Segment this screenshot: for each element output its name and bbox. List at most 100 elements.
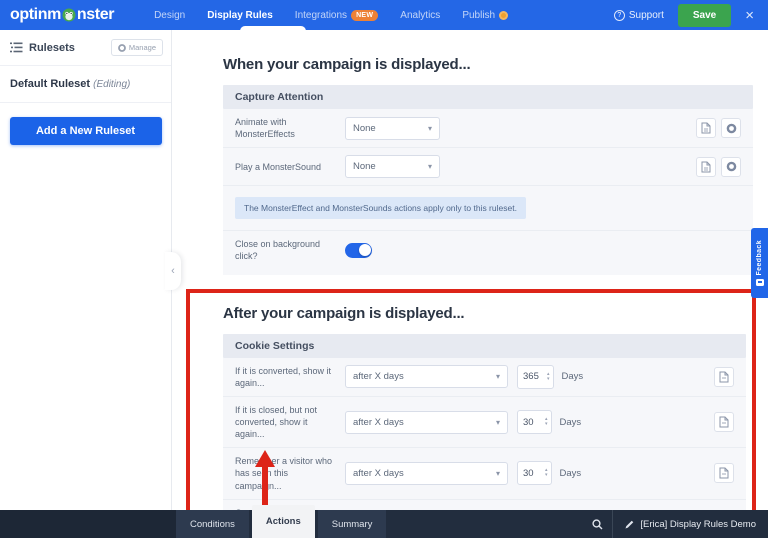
main-content: When your campaign is displayed... Captu… (172, 30, 768, 510)
toolbar-spacer (0, 510, 176, 538)
row-label: Play a MonsterSound (235, 161, 345, 173)
days-unit-label: Days (562, 371, 584, 382)
days-stepper[interactable]: ▴▾ (517, 410, 552, 434)
docs-button[interactable] (696, 157, 716, 177)
settings-button[interactable] (721, 118, 741, 138)
logo-text-right: nster (77, 6, 114, 24)
when-section-heading: When your campaign is displayed... (223, 56, 753, 73)
caret-down-icon: ▾ (428, 124, 432, 133)
search-button[interactable] (582, 510, 612, 538)
monster-effects-select[interactable]: None ▾ (345, 117, 440, 140)
days-unit-label: Days (560, 417, 582, 428)
days-stepper[interactable]: ▴▾ (517, 461, 552, 485)
ruleset-editing-state: (Editing) (93, 79, 130, 90)
top-navbar: optinm nster Design Display Rules Integr… (0, 0, 768, 30)
campaign-name: [Erica] Display Rules Demo (640, 519, 756, 530)
background-click-row: Close on background click? (223, 231, 753, 274)
feedback-tab[interactable]: Feedback (751, 228, 768, 298)
nav-item-analytics[interactable]: Analytics (400, 10, 440, 21)
manage-button[interactable]: Manage (111, 39, 163, 56)
ruleset-note: The MonsterEffect and MonsterSounds acti… (235, 197, 526, 219)
capture-attention-panel: Capture Attention Animate with MonsterEf… (223, 85, 753, 275)
close-icon[interactable]: × (745, 7, 754, 24)
support-link[interactable]: ? Support (614, 10, 664, 21)
caret-down-icon: ▾ (428, 162, 432, 171)
nav-item-publish[interactable]: Publish (462, 10, 508, 21)
main-nav: Design Display Rules Integrations NEW An… (154, 10, 508, 21)
days-input[interactable] (518, 411, 542, 433)
nav-item-label: Integrations (295, 10, 347, 21)
search-icon (592, 519, 603, 530)
cookie-settings-panel: Cookie Settings If it is converted, show… (223, 334, 746, 510)
document-icon (701, 161, 711, 173)
tab-summary[interactable]: Summary (318, 510, 387, 538)
days-input[interactable] (518, 462, 542, 484)
collapse-chevron-icon: ‹ (171, 265, 175, 277)
save-button[interactable]: Save (678, 4, 731, 27)
add-ruleset-button[interactable]: Add a New Ruleset (10, 117, 162, 145)
converted-interval-select[interactable]: after X days ▾ (345, 365, 508, 388)
selected-value: None (353, 161, 376, 172)
logo-text-left: optinm (10, 6, 61, 24)
sidebar-collapse-handle[interactable]: ‹ (165, 252, 181, 290)
ruleset-item-default[interactable]: Default Ruleset (Editing) (0, 66, 171, 102)
monster-effects-row: Animate with MonsterEffects None ▾ (223, 109, 753, 148)
feedback-label: Feedback (756, 240, 763, 276)
new-badge: NEW (351, 10, 378, 21)
list-icon (10, 42, 23, 53)
nav-item-design[interactable]: Design (154, 10, 185, 21)
tab-actions[interactable]: Actions (252, 505, 315, 538)
document-icon (701, 122, 711, 134)
question-circle-icon: ? (614, 10, 625, 21)
days-input[interactable] (518, 366, 544, 388)
optinmonster-logo: optinm nster (10, 6, 114, 24)
caret-down-icon: ▾ (496, 372, 500, 381)
docs-button[interactable] (714, 367, 734, 387)
red-arrow-annotation (252, 450, 278, 510)
caret-down-icon: ▾ (496, 469, 500, 478)
panel-title: Cookie Settings (223, 334, 746, 358)
monster-sound-select[interactable]: None ▾ (345, 155, 440, 178)
docs-button[interactable] (696, 118, 716, 138)
row-label: If it is converted, show it again... (235, 365, 345, 389)
document-icon (719, 371, 729, 383)
settings-button[interactable] (721, 157, 741, 177)
closed-cookie-row: If it is closed, but not converted, show… (223, 397, 746, 448)
settings-icon (726, 161, 737, 172)
close-on-background-toggle[interactable] (345, 243, 372, 258)
row-label: If it is closed, but not converted, show… (235, 404, 345, 440)
panel-title: Capture Attention (223, 85, 753, 109)
docs-button[interactable] (714, 463, 734, 483)
days-unit-label: Days (560, 468, 582, 479)
docs-button[interactable] (714, 412, 734, 432)
selected-value: after X days (353, 468, 404, 479)
feedback-icon (756, 279, 764, 286)
sidebar-title: Rulesets (29, 42, 75, 54)
nav-item-integrations[interactable]: Integrations NEW (295, 10, 379, 21)
closed-interval-select[interactable]: after X days ▾ (345, 411, 508, 434)
bottom-toolbar: Conditions Actions Summary [Erica] Displ… (0, 510, 768, 538)
monster-icon (62, 8, 76, 22)
gear-icon (118, 44, 126, 52)
nav-item-display-rules[interactable]: Display Rules (207, 10, 273, 21)
stepper-down-icon[interactable]: ▾ (545, 422, 548, 427)
stepper-down-icon[interactable]: ▾ (545, 473, 548, 478)
stepper-down-icon[interactable]: ▾ (547, 377, 550, 382)
selected-value: after X days (353, 371, 404, 382)
selected-value: after X days (353, 417, 404, 428)
active-tab-indicator (240, 26, 306, 35)
document-icon (719, 416, 729, 428)
manage-label: Manage (129, 43, 156, 52)
publish-badge-icon (499, 11, 508, 20)
remember-visitor-row: Remember a visitor who has seen this cam… (223, 448, 746, 499)
caret-down-icon: ▾ (496, 418, 500, 427)
divider (0, 102, 171, 103)
tab-conditions[interactable]: Conditions (176, 510, 249, 538)
nav-item-label: Publish (462, 10, 495, 21)
days-stepper[interactable]: ▴▾ (517, 365, 554, 389)
remember-interval-select[interactable]: after X days ▾ (345, 462, 508, 485)
document-icon (719, 467, 729, 479)
pencil-icon (625, 520, 634, 529)
after-section-heading: After your campaign is displayed... (223, 305, 750, 322)
campaign-name-button[interactable]: [Erica] Display Rules Demo (613, 519, 768, 530)
